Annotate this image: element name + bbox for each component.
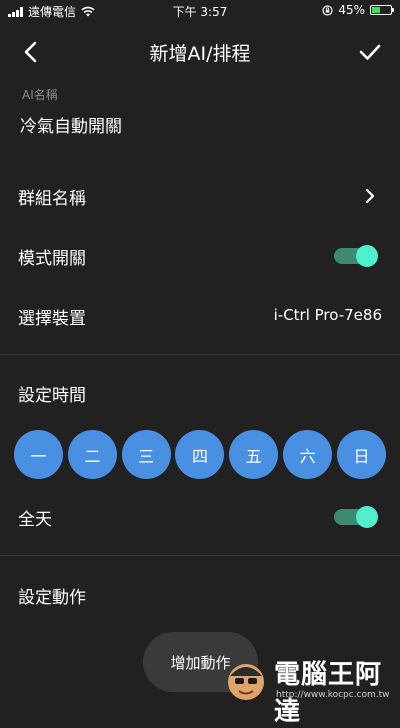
battery-icon [370, 5, 394, 15]
orientation-lock-icon [322, 4, 333, 16]
mode-switch-row: 模式開關 [0, 230, 400, 282]
selected-device-value: i-Ctrl Pro-7e86 [273, 306, 382, 324]
day-button-wed[interactable]: 三 [121, 430, 171, 479]
day-button-sat[interactable]: 六 [283, 430, 333, 479]
page-title: 新增AI/排程 [149, 43, 251, 65]
ai-name-input[interactable] [20, 110, 350, 138]
select-device-label: 選擇裝置 [18, 309, 86, 329]
set-action-title: 設定動作 [18, 588, 86, 608]
watermark-logo: 電腦王阿達 http://www.kocpc.com.tw [224, 648, 394, 727]
group-name-label: 群組名稱 [18, 189, 86, 209]
all-day-toggle[interactable] [334, 506, 378, 528]
mascot-icon [228, 664, 264, 700]
chevron-right-icon [365, 188, 375, 204]
toggle-knob [356, 245, 378, 267]
mode-switch-toggle[interactable] [334, 245, 378, 267]
day-button-thu[interactable]: 四 [175, 430, 225, 479]
weekday-selector: 一 二 三 四 五 六 日 [14, 430, 386, 480]
checkmark-icon [359, 44, 381, 60]
watermark-url: http://www.kocpc.com.tw [276, 690, 390, 700]
all-day-label: 全天 [18, 510, 52, 530]
day-button-sun[interactable]: 日 [336, 430, 386, 479]
confirm-button[interactable] [354, 36, 386, 68]
day-button-fri[interactable]: 五 [229, 430, 279, 479]
toggle-knob [356, 506, 378, 528]
day-button-mon[interactable]: 一 [14, 430, 63, 479]
nav-bar: 新增AI/排程 [0, 30, 400, 74]
day-button-tue[interactable]: 二 [67, 430, 117, 479]
divider [0, 555, 400, 556]
battery-percent: 45% [338, 3, 365, 17]
select-device-row[interactable]: 選擇裝置 i-Ctrl Pro-7e86 [0, 290, 400, 342]
divider [0, 354, 400, 355]
set-time-title: 設定時間 [18, 386, 86, 406]
all-day-row: 全天 [0, 491, 400, 543]
ai-name-label: AI名稱 [22, 88, 58, 102]
status-right: 45% [322, 3, 394, 17]
mode-switch-label: 模式開關 [18, 249, 86, 269]
status-bar: 遠傳電信 下午 3:57 45% [0, 0, 400, 22]
battery-level [372, 7, 380, 13]
group-name-row[interactable]: 群組名稱 [0, 170, 400, 222]
